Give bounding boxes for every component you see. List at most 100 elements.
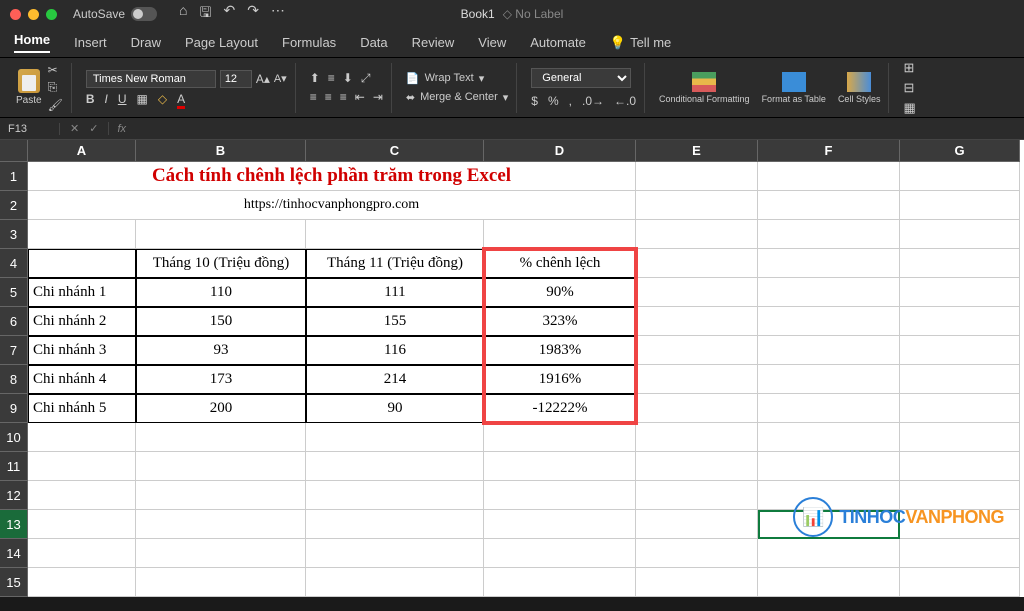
cell[interactable] xyxy=(28,220,136,249)
cell[interactable]: 116 xyxy=(306,336,484,365)
maximize-window[interactable] xyxy=(46,9,57,20)
more-icon[interactable]: ⋯ xyxy=(271,2,285,26)
format-as-table-button[interactable]: Format as Table xyxy=(762,72,826,104)
cell[interactable]: Chi nhánh 4 xyxy=(28,365,136,394)
cell[interactable] xyxy=(900,162,1020,191)
orientation-icon[interactable]: ⤢ xyxy=(361,71,371,86)
cell[interactable] xyxy=(636,568,758,597)
row-header-12[interactable]: 12 xyxy=(0,481,28,510)
cell[interactable] xyxy=(758,249,900,278)
cell[interactable] xyxy=(28,249,136,278)
cell[interactable]: % chênh lệch xyxy=(484,249,636,278)
cell[interactable] xyxy=(484,539,636,568)
delete-cells-icon[interactable]: ⊟ xyxy=(903,80,915,96)
cell[interactable] xyxy=(900,220,1020,249)
cell[interactable] xyxy=(136,452,306,481)
tab-home[interactable]: Home xyxy=(14,32,50,53)
tab-insert[interactable]: Insert xyxy=(74,35,107,50)
cell[interactable] xyxy=(758,365,900,394)
cell[interactable] xyxy=(636,220,758,249)
cell[interactable]: Chi nhánh 1 xyxy=(28,278,136,307)
cut-icon[interactable]: ✂ xyxy=(48,63,63,77)
cell[interactable] xyxy=(306,452,484,481)
cell[interactable] xyxy=(758,278,900,307)
decrease-decimal-icon[interactable]: ←.0 xyxy=(614,94,636,108)
cell[interactable] xyxy=(636,278,758,307)
cell[interactable] xyxy=(28,568,136,597)
cell[interactable] xyxy=(28,481,136,510)
cell[interactable] xyxy=(306,568,484,597)
cell[interactable]: Tháng 11 (Triệu đồng) xyxy=(306,249,484,278)
cell[interactable] xyxy=(900,336,1020,365)
italic-button[interactable]: I xyxy=(104,92,107,106)
cell[interactable] xyxy=(758,191,900,220)
sensitivity-label[interactable]: ◇ No Label xyxy=(503,7,564,21)
indent-increase-icon[interactable]: ⇥ xyxy=(373,90,383,104)
cell[interactable] xyxy=(900,394,1020,423)
cell[interactable] xyxy=(900,278,1020,307)
cell[interactable]: 323% xyxy=(484,307,636,336)
cell[interactable] xyxy=(758,452,900,481)
cell[interactable]: -12222% xyxy=(484,394,636,423)
col-header-D[interactable]: D xyxy=(484,140,636,162)
cell[interactable] xyxy=(636,191,758,220)
align-left-icon[interactable]: ≡ xyxy=(310,90,317,104)
increase-font-icon[interactable]: A▴ xyxy=(256,72,270,86)
tab-page-layout[interactable]: Page Layout xyxy=(185,35,258,50)
cell[interactable]: Tháng 10 (Triệu đồng) xyxy=(136,249,306,278)
enter-formula-icon[interactable]: ✓ xyxy=(89,122,98,135)
copy-icon[interactable]: ⎘ xyxy=(48,80,63,95)
close-window[interactable] xyxy=(10,9,21,20)
minimize-window[interactable] xyxy=(28,9,39,20)
cell[interactable] xyxy=(484,568,636,597)
cell[interactable] xyxy=(758,307,900,336)
cell[interactable] xyxy=(758,162,900,191)
cell[interactable] xyxy=(28,539,136,568)
align-bottom-icon[interactable]: ⬇ xyxy=(343,71,353,86)
cell[interactable] xyxy=(636,336,758,365)
number-format-select[interactable]: General xyxy=(531,68,631,88)
cell[interactable] xyxy=(136,510,306,539)
row-header-5[interactable]: 5 xyxy=(0,278,28,307)
cell[interactable]: Cách tính chênh lệch phần trăm trong Exc… xyxy=(28,162,636,191)
cell[interactable]: 1983% xyxy=(484,336,636,365)
cell-styles-button[interactable]: Cell Styles xyxy=(838,72,881,104)
cell[interactable] xyxy=(484,510,636,539)
cell[interactable] xyxy=(900,365,1020,394)
tab-draw[interactable]: Draw xyxy=(131,35,161,50)
cell[interactable] xyxy=(636,539,758,568)
cell[interactable] xyxy=(306,539,484,568)
cell[interactable] xyxy=(900,568,1020,597)
cell[interactable] xyxy=(636,394,758,423)
cell[interactable]: 150 xyxy=(136,307,306,336)
autosave-toggle[interactable]: AutoSave xyxy=(73,7,157,21)
row-header-10[interactable]: 10 xyxy=(0,423,28,452)
row-header-15[interactable]: 15 xyxy=(0,568,28,597)
cell[interactable]: 155 xyxy=(306,307,484,336)
row-header-13[interactable]: 13 xyxy=(0,510,28,539)
format-painter-icon[interactable]: 🖌 xyxy=(48,98,63,112)
cell[interactable] xyxy=(758,423,900,452)
cell[interactable] xyxy=(636,452,758,481)
underline-button[interactable]: U xyxy=(118,92,127,106)
font-color-button[interactable]: A xyxy=(177,92,185,106)
cell[interactable] xyxy=(758,336,900,365)
cell[interactable] xyxy=(900,249,1020,278)
row-header-2[interactable]: 2 xyxy=(0,191,28,220)
cell[interactable]: 1916% xyxy=(484,365,636,394)
cell[interactable] xyxy=(636,481,758,510)
increase-decimal-icon[interactable]: .0→ xyxy=(582,94,604,108)
cell[interactable] xyxy=(306,510,484,539)
cell[interactable] xyxy=(636,365,758,394)
cell[interactable] xyxy=(758,568,900,597)
indent-decrease-icon[interactable]: ⇤ xyxy=(355,90,365,104)
col-header-G[interactable]: G xyxy=(900,140,1020,162)
cell[interactable]: https://tinhocvanphongpro.com xyxy=(28,191,636,220)
tab-data[interactable]: Data xyxy=(360,35,387,50)
cell[interactable]: Chi nhánh 5 xyxy=(28,394,136,423)
cell[interactable] xyxy=(900,423,1020,452)
decrease-font-icon[interactable]: A▾ xyxy=(274,72,287,85)
home-icon[interactable]: ⌂ xyxy=(179,2,187,26)
cell[interactable] xyxy=(636,307,758,336)
cell[interactable] xyxy=(758,220,900,249)
